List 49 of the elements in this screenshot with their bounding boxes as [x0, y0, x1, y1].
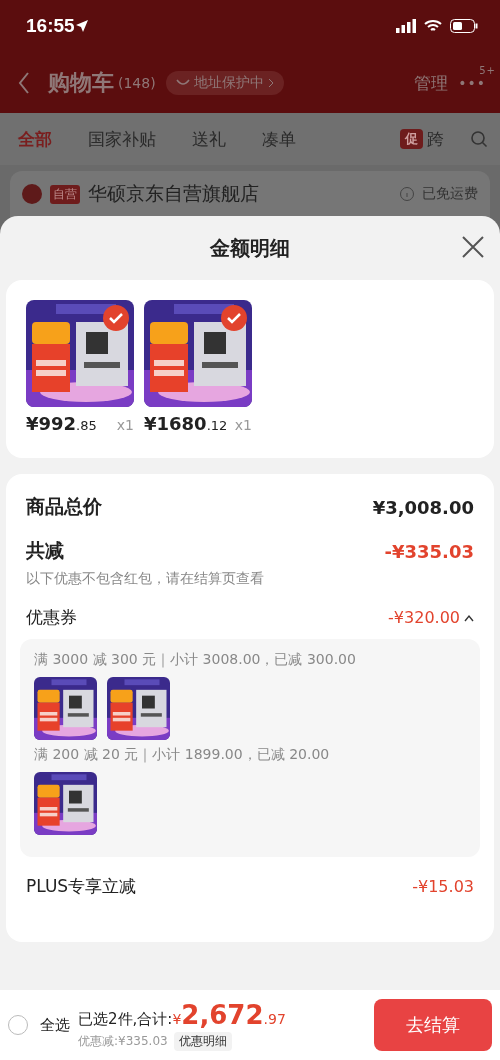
amount: -¥335.03 — [384, 540, 474, 562]
back-icon[interactable] — [18, 72, 30, 94]
caret-icon[interactable] — [464, 613, 474, 622]
note-text: 以下优惠不包含红包，请在结算页查看 — [25, 569, 265, 588]
quantity: x1 — [116, 417, 134, 433]
tab[interactable]: 送礼 — [192, 127, 226, 151]
search-icon[interactable] — [470, 130, 488, 148]
promo-badge: 促 — [400, 129, 423, 149]
savings-text: 优惠减:¥335.03 — [78, 1032, 168, 1050]
close-icon[interactable] — [462, 236, 484, 258]
price: ¥992.85 — [26, 413, 97, 434]
store-name[interactable]: 华硕京东自营旗舰店 — [88, 181, 259, 207]
notification-count: 5+ — [479, 65, 496, 76]
total-price: ¥2,672.97 — [172, 999, 286, 1030]
label: 共减 — [26, 538, 64, 563]
coupon-rule-text: 满 3000 减 300 元｜小计 3008.00，已减 300.00 — [34, 651, 357, 669]
cart-count: (148) — [118, 75, 156, 91]
wifi-icon — [424, 19, 442, 33]
page-title: 购物车 — [48, 69, 114, 97]
label: 商品总价 — [26, 494, 102, 519]
price: ¥1680.12 — [144, 413, 228, 434]
chevron-icon — [267, 78, 274, 88]
checkout-button[interactable]: 去结算 — [374, 999, 492, 1051]
label: PLUS专享立减 — [26, 875, 137, 898]
self-operated-badge: 自营 — [50, 184, 80, 204]
location-arrow-icon — [74, 19, 89, 33]
info-icon — [400, 187, 414, 201]
label: 优惠券 — [26, 606, 77, 629]
status-time: 16:55 — [26, 15, 75, 37]
battery-icon — [450, 19, 478, 33]
quantity: x1 — [234, 417, 252, 433]
tab[interactable]: 全部 — [18, 127, 52, 151]
store-checkbox[interactable] — [22, 184, 42, 204]
tab[interactable]: 跨 — [427, 127, 444, 151]
signal-icon — [396, 19, 416, 33]
address-pill[interactable]: 地址保护中 — [165, 71, 284, 95]
address-pill-label: 地址保护中 — [193, 74, 264, 92]
shipping-label: 已免运费 — [422, 185, 478, 203]
tab[interactable]: 国家补贴 — [88, 127, 156, 151]
discount-details-button[interactable]: 优惠明细 — [173, 1031, 232, 1051]
select-all-label[interactable]: 全选 — [40, 1015, 70, 1035]
amount: -¥15.03 — [412, 877, 474, 896]
amount: ¥3,008.00 — [372, 496, 474, 518]
tab[interactable]: 凑单 — [262, 127, 296, 151]
manage-link[interactable]: 管理 — [414, 71, 449, 95]
coupon-rule-text: 满 200 减 20 元｜小计 1899.00，已减 20.00 — [34, 746, 331, 764]
selected-summary: 已选2件,合计: — [78, 1009, 173, 1029]
amount: -¥320.00 — [388, 608, 460, 627]
sheet-title: 金额明细 — [210, 234, 290, 262]
